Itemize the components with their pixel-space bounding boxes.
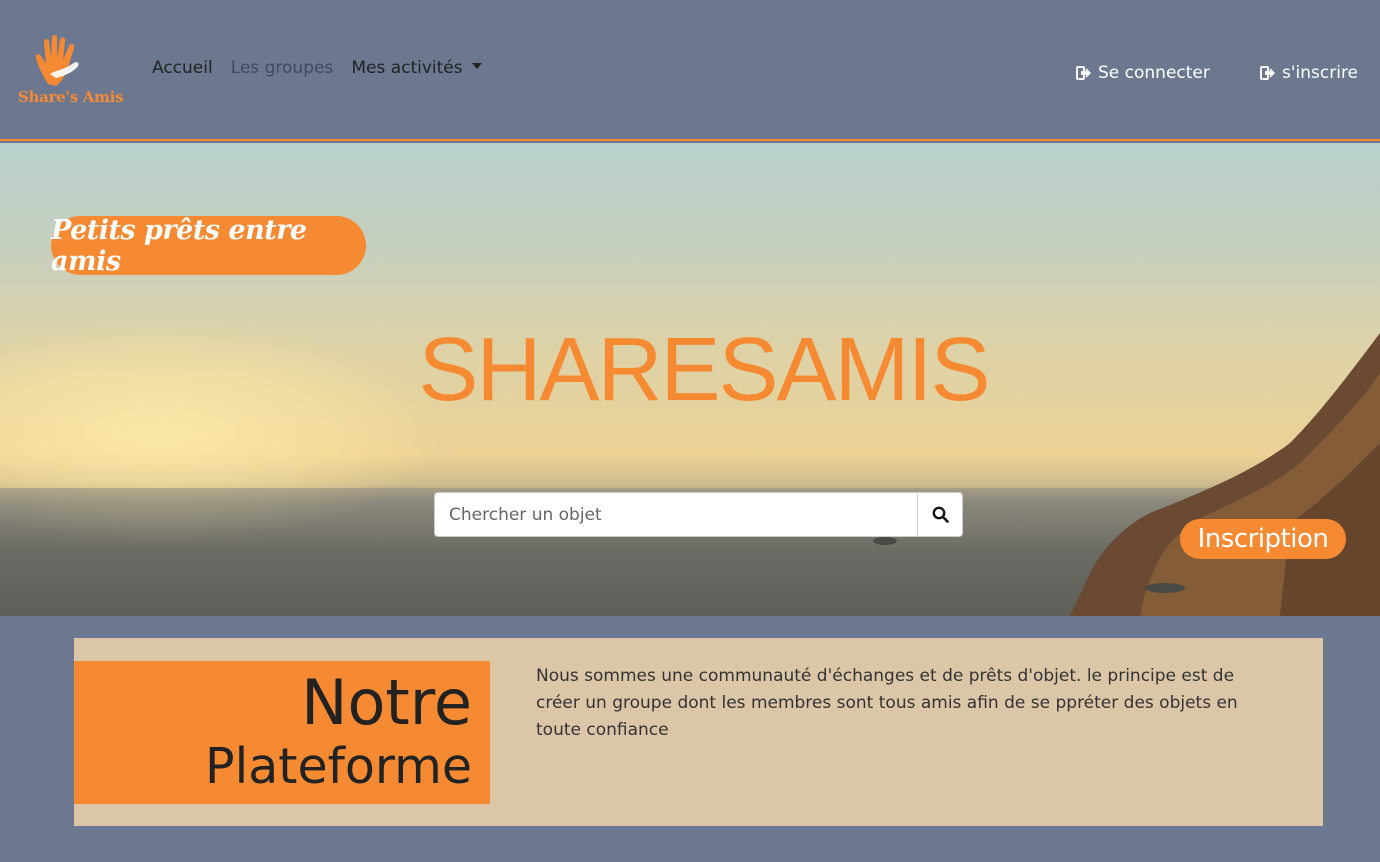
register-link[interactable]: s'inscrire	[1260, 63, 1358, 83]
logo-text: Share's Amis	[18, 88, 124, 106]
nav-mes-activites[interactable]: Mes activités	[351, 58, 482, 78]
platform-heading-box: Notre Plateforme	[74, 661, 490, 804]
logo[interactable]: Share's Amis	[16, 34, 124, 108]
inscription-button[interactable]: Inscription	[1180, 519, 1346, 559]
main-nav: Accueil Les groupes Mes activités	[152, 58, 500, 78]
platform-section: Notre Plateforme Nous sommes une communa…	[74, 638, 1323, 826]
hero-title: SHARESAMIS	[418, 320, 990, 420]
login-link[interactable]: Se connecter	[1076, 63, 1210, 83]
nav-accueil[interactable]: Accueil	[152, 58, 213, 78]
tagline-badge: Petits prêts entre amis	[51, 215, 366, 277]
register-label: s'inscrire	[1282, 63, 1359, 83]
hero-banner: Petits prêts entre amis SHARESAMIS Inscr…	[0, 143, 1380, 616]
navbar: Share's Amis Accueil Les groupes Mes act…	[0, 0, 1380, 141]
platform-heading-line1: Notre	[301, 666, 472, 739]
login-label: Se connecter	[1098, 63, 1210, 83]
hand-logo-icon	[35, 35, 79, 86]
platform-heading-line2: Plateforme	[205, 738, 472, 795]
search-icon	[932, 506, 949, 523]
nav-les-groupes[interactable]: Les groupes	[231, 58, 334, 78]
caret-down-icon	[471, 63, 482, 69]
sign-in-icon	[1076, 66, 1092, 80]
nav-mes-activites-label: Mes activités	[351, 58, 463, 78]
search-button[interactable]	[917, 492, 963, 537]
search-bar	[434, 492, 963, 537]
platform-description: Nous sommes une communauté d'échanges et…	[536, 666, 1238, 740]
sign-in-icon	[1260, 66, 1276, 80]
search-input[interactable]	[434, 492, 917, 537]
